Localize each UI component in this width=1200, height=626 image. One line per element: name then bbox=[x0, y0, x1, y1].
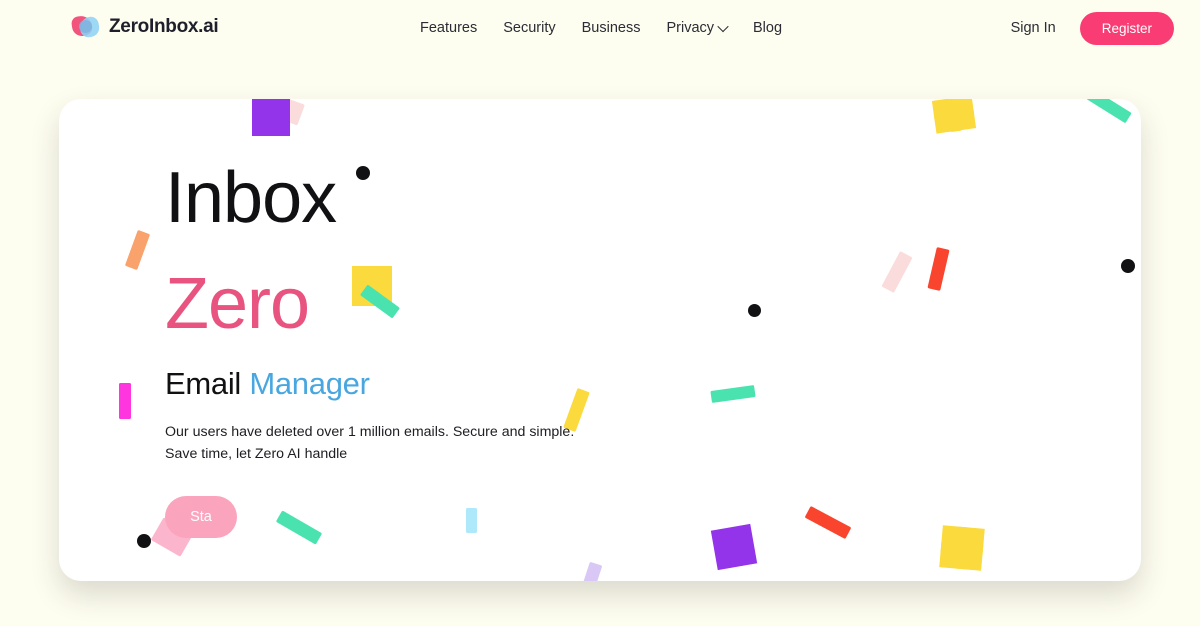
hero-subheading: Email Manager bbox=[165, 365, 645, 403]
nav-label: Business bbox=[582, 20, 641, 36]
nav-label: Features bbox=[420, 20, 477, 36]
nav-label: Privacy bbox=[666, 20, 714, 36]
black-dot-center bbox=[748, 304, 761, 317]
lavender-bar-bottom bbox=[581, 562, 603, 581]
pink-rect-top bbox=[269, 99, 305, 125]
nav-label: Blog bbox=[753, 20, 782, 36]
orange-bar-left bbox=[125, 230, 150, 270]
black-dot-right bbox=[1121, 259, 1135, 273]
sign-in-link[interactable]: Sign In bbox=[1011, 20, 1056, 36]
brand-logo[interactable]: ZeroInbox.ai bbox=[72, 14, 218, 40]
header-actions: Sign In Register bbox=[1011, 0, 1174, 56]
hero-paragraph: Our users have deleted over 1 million em… bbox=[165, 421, 585, 465]
site-header: ZeroInbox.ai Features Security Business … bbox=[0, 0, 1200, 56]
nav-item-security[interactable]: Security bbox=[503, 20, 555, 36]
magenta-bar-left bbox=[119, 383, 131, 419]
purple-cross-bottom bbox=[711, 524, 757, 570]
nav-item-business[interactable]: Business bbox=[582, 20, 641, 36]
hero-subheading-accent: Manager bbox=[249, 366, 369, 401]
green-bar-mid bbox=[710, 385, 755, 403]
hero-copy: Inbox Zero Email Manager Our users have … bbox=[165, 159, 645, 538]
hero-start-button[interactable]: Sta bbox=[165, 496, 237, 538]
hero-card: Inbox Zero Email Manager Our users have … bbox=[59, 99, 1141, 581]
nav-item-privacy[interactable]: Privacy bbox=[666, 20, 727, 36]
hero-headline-line1: Inbox bbox=[165, 159, 645, 237]
main-navigation: Features Security Business Privacy Blog bbox=[420, 0, 782, 56]
chevron-down-icon bbox=[717, 21, 728, 32]
hero-headline-line2: Zero bbox=[165, 265, 645, 343]
envelope-blob-logo-icon bbox=[72, 14, 100, 40]
nav-item-features[interactable]: Features bbox=[420, 20, 477, 36]
nav-item-blog[interactable]: Blog bbox=[753, 20, 782, 36]
brand-name: ZeroInbox.ai bbox=[109, 16, 218, 38]
black-dot-bottom bbox=[137, 534, 151, 548]
purple-cross-top bbox=[252, 99, 290, 136]
register-button[interactable]: Register bbox=[1080, 12, 1174, 45]
yellow-plus-top bbox=[932, 99, 976, 134]
hero-subheading-plain: Email bbox=[165, 366, 241, 401]
red-bar-bottom bbox=[805, 506, 852, 539]
yellow-plus-bottom bbox=[939, 525, 985, 571]
green-bar-topright bbox=[1086, 99, 1131, 123]
nav-label: Security bbox=[503, 20, 555, 36]
pale-pink-bar bbox=[881, 251, 912, 293]
red-bar-right bbox=[927, 247, 949, 291]
